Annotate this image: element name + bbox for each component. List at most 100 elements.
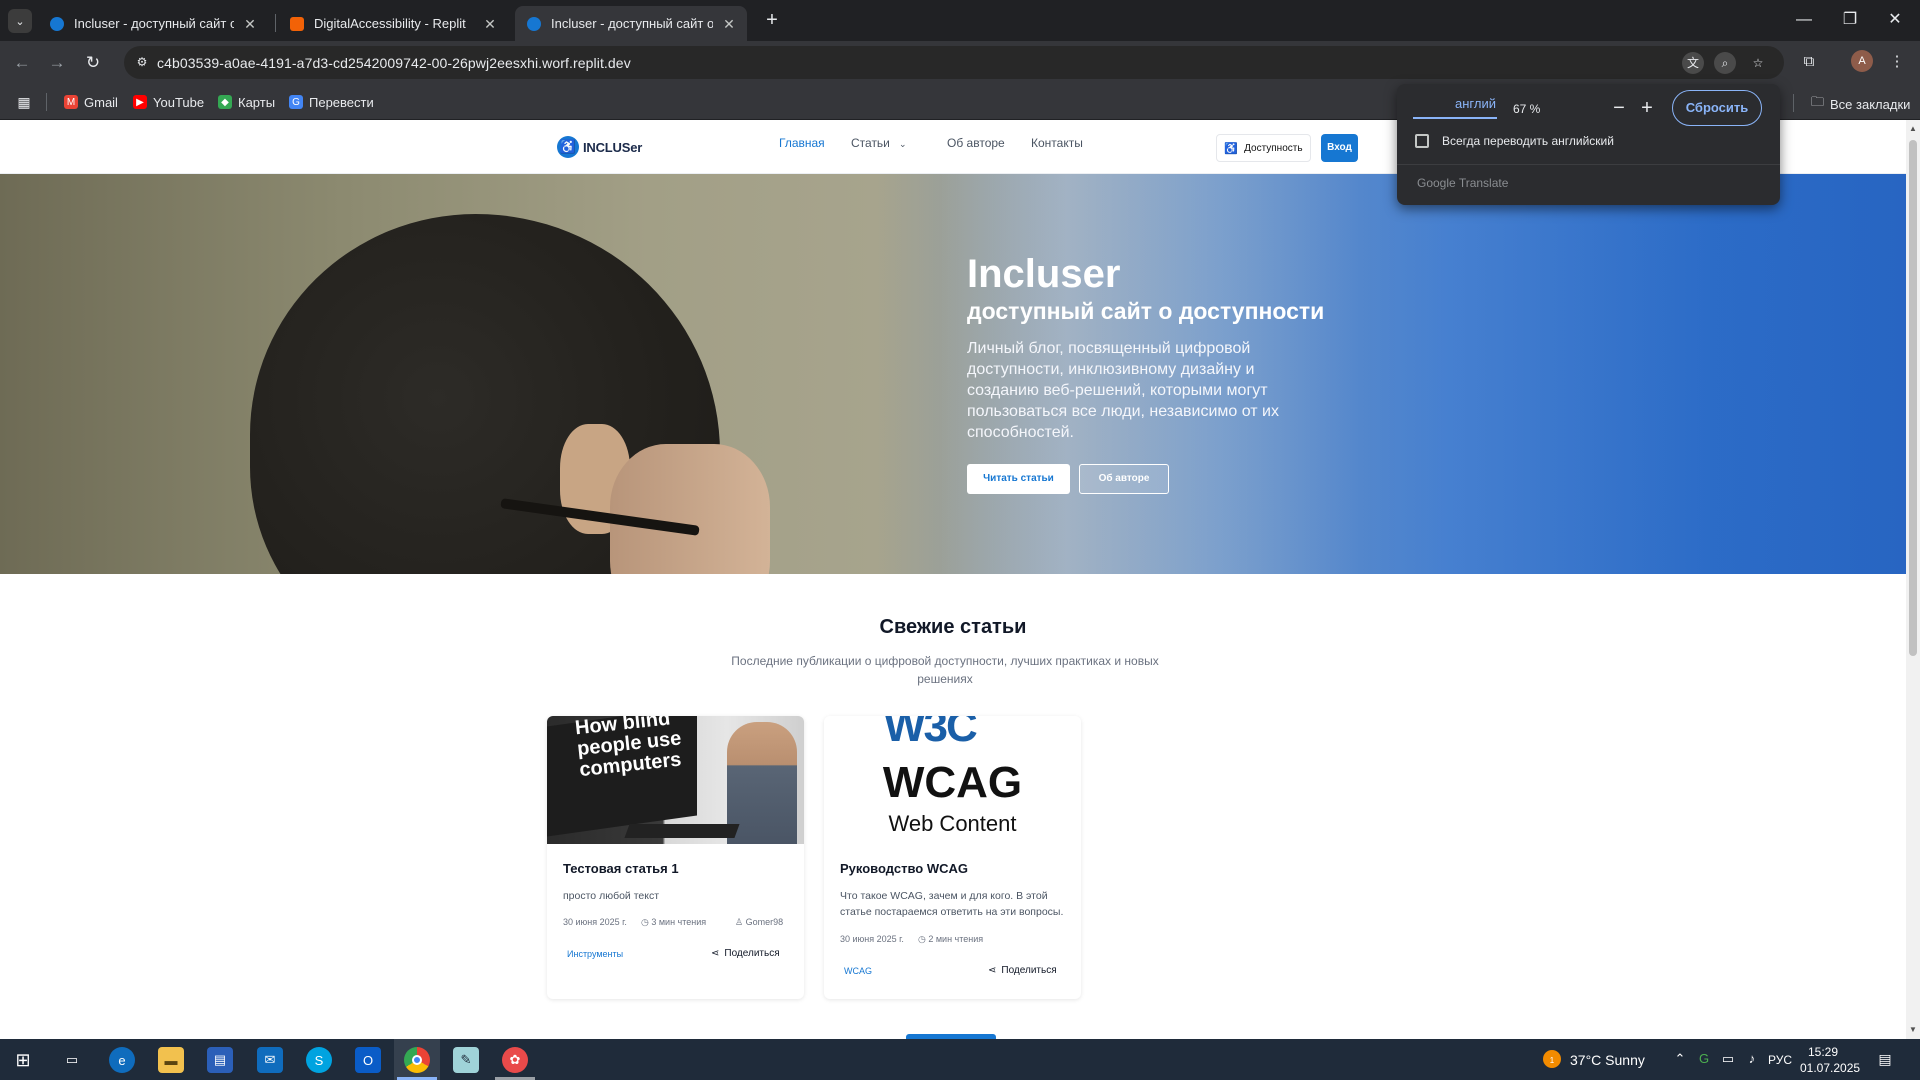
accessibility-button[interactable]: ♿ Доступность xyxy=(1216,134,1311,162)
file-explorer-icon[interactable]: ▬ xyxy=(158,1047,184,1073)
menu-icon[interactable]: ⋮ xyxy=(1885,50,1909,74)
restore-icon[interactable]: ❐ xyxy=(1835,8,1865,32)
nav-articles[interactable]: Статьи xyxy=(851,136,890,150)
page-scrollbar[interactable]: ▲ ▼ xyxy=(1906,120,1920,1039)
notepad-icon[interactable]: ✎ xyxy=(453,1047,479,1073)
article-card[interactable]: W3C WCAG Web Content Руководство WCAG Чт… xyxy=(824,716,1081,999)
profile-avatar[interactable]: A xyxy=(1851,50,1873,72)
apps-icon[interactable]: ▦ xyxy=(17,93,37,111)
bookmark-youtube[interactable]: ▶ YouTube xyxy=(133,93,204,111)
address-bar[interactable]: ⚙ c4b03539-a0ae-4191-a7d3-cd2542009742-0… xyxy=(124,46,1784,79)
edge-icon[interactable]: e xyxy=(109,1047,135,1073)
bookmark-star-icon[interactable]: ☆ xyxy=(1747,52,1769,74)
chrome-icon[interactable] xyxy=(404,1047,430,1073)
zoom-in-button[interactable]: + xyxy=(1635,96,1659,120)
bookmark-translate[interactable]: G Перевести xyxy=(289,93,374,111)
wcag-image-subtitle: Web Content xyxy=(888,811,1017,836)
paint-icon[interactable]: ✿ xyxy=(502,1047,528,1073)
youtube-icon: ▶ xyxy=(133,95,147,109)
task-view-icon[interactable]: ▭ xyxy=(59,1047,85,1073)
bookmark-gmail[interactable]: M Gmail xyxy=(64,93,118,111)
close-tab-icon[interactable]: ✕ xyxy=(482,16,498,32)
accessibility-person-icon: ♿ xyxy=(557,136,579,158)
article-read-time: ◷ 3 мин чтения xyxy=(641,917,706,928)
article-image[interactable]: How blind people use computers xyxy=(547,716,804,844)
scroll-up-icon[interactable]: ▲ xyxy=(1908,124,1918,134)
login-button[interactable]: Вход xyxy=(1321,134,1358,162)
always-translate-checkbox[interactable] xyxy=(1415,134,1429,148)
share-label: Поделиться xyxy=(724,948,780,959)
tab-incluser-active[interactable]: Incluser - доступный сайт о до ✕ xyxy=(515,6,747,41)
new-tab-button[interactable]: + xyxy=(760,9,784,33)
article-title[interactable]: Тестовая статья 1 xyxy=(563,861,679,876)
outlook-icon[interactable]: O xyxy=(355,1047,381,1073)
clock-date: 01.07.2025 xyxy=(1800,1061,1861,1075)
minimize-icon[interactable]: — xyxy=(1789,8,1819,32)
tab-replit[interactable]: DigitalAccessibility - Replit ✕ xyxy=(278,6,508,41)
share-button[interactable]: ⋖ Поделиться xyxy=(988,965,1057,976)
nav-home[interactable]: Главная xyxy=(779,136,825,150)
bookmark-maps[interactable]: ◆ Карты xyxy=(218,93,275,111)
input-language[interactable]: РУС xyxy=(1768,1053,1792,1067)
share-icon: ⋖ xyxy=(711,948,720,959)
article-description: Что такое WCAG, зачем и для кого. В этой… xyxy=(840,890,1064,918)
tray-app-icon[interactable]: G xyxy=(1695,1050,1713,1068)
outlook-mail-icon[interactable]: ✉ xyxy=(257,1047,283,1073)
close-window-icon[interactable]: ✕ xyxy=(1880,8,1910,32)
network-icon[interactable]: ▭ xyxy=(1719,1050,1737,1068)
tab-search-button[interactable]: ⌄ xyxy=(8,9,32,33)
clock[interactable]: 15:29 01.07.2025 xyxy=(1800,1044,1861,1076)
article-image[interactable]: W3C WCAG Web Content xyxy=(824,716,1081,844)
article-card[interactable]: How blind people use computers Тестовая … xyxy=(547,716,804,999)
article-title[interactable]: Руководство WCAG xyxy=(840,861,968,876)
article-description: просто любой текст xyxy=(563,890,660,902)
windows-start-icon[interactable]: ⊞ xyxy=(10,1047,36,1073)
site-logo[interactable]: ♿ INCLUSer xyxy=(557,136,642,158)
weather-icon[interactable]: 1 xyxy=(1543,1050,1561,1068)
clock-icon: ◷ xyxy=(918,934,929,944)
nav-contacts[interactable]: Контакты xyxy=(1031,136,1083,150)
zoom-controls: 67 % − + Сбросить xyxy=(1497,86,1778,134)
scroll-thumb[interactable] xyxy=(1909,140,1917,656)
google-translate-label: Google Translate xyxy=(1417,176,1509,190)
accessibility-button-label: Доступность xyxy=(1244,142,1303,154)
close-tab-icon[interactable]: ✕ xyxy=(242,16,258,32)
tab-incluser-1[interactable]: Incluser - доступный сайт о до ✕ xyxy=(38,6,268,41)
all-bookmarks[interactable]: 🗀 Все закладки xyxy=(1811,93,1910,115)
translate-icon[interactable]: 文 xyxy=(1682,52,1704,74)
zoom-out-button[interactable]: − xyxy=(1607,96,1631,120)
extensions-icon[interactable]: ⧉ xyxy=(1797,50,1821,74)
hero-subtitle: доступный сайт о доступности xyxy=(967,298,1325,324)
tab-separator xyxy=(275,14,276,32)
back-icon[interactable]: ← xyxy=(9,50,35,76)
nav-about[interactable]: Об авторе xyxy=(947,136,1005,150)
incluser-favicon-icon xyxy=(50,16,64,31)
bookmark-label: YouTube xyxy=(153,94,205,110)
weather-text[interactable]: 37°C Sunny xyxy=(1570,1052,1645,1068)
chevron-down-icon[interactable]: ⌄ xyxy=(899,139,907,150)
reload-icon[interactable]: ↻ xyxy=(80,50,106,76)
volume-icon[interactable]: ♪ xyxy=(1743,1050,1761,1068)
forward-icon[interactable]: → xyxy=(44,50,70,76)
article-tag[interactable]: Инструменты xyxy=(567,949,623,959)
zoom-icon[interactable]: ⌕ xyxy=(1714,52,1736,74)
site-info-icon[interactable]: ⚙ xyxy=(134,54,150,70)
scroll-down-icon[interactable]: ▼ xyxy=(1908,1025,1918,1035)
article-tag[interactable]: WCAG xyxy=(844,966,872,976)
tray-expand-icon[interactable]: ⌃ xyxy=(1671,1050,1689,1068)
section-subtitle: Последние публикации о цифровой доступно… xyxy=(731,654,1159,686)
weather-badge: 1 xyxy=(1549,1056,1555,1065)
always-translate-label[interactable]: Всегда переводить английский xyxy=(1442,134,1614,148)
url-text: c4b03539-a0ae-4191-a7d3-cd2542009742-00-… xyxy=(157,55,631,71)
skype-icon[interactable]: S xyxy=(306,1047,332,1073)
read-articles-button[interactable]: Читать статьи xyxy=(967,464,1070,494)
close-tab-icon[interactable]: ✕ xyxy=(721,16,737,32)
notification-center-icon[interactable]: ▤ xyxy=(1874,1048,1896,1070)
share-button[interactable]: ⋖ Поделиться xyxy=(711,948,780,959)
about-author-button[interactable]: Об авторе xyxy=(1079,464,1169,494)
bookmark-separator xyxy=(46,93,47,111)
zoom-reset-button[interactable]: Сбросить xyxy=(1672,90,1762,126)
folder-icon: 🗀 xyxy=(1811,94,1825,109)
store-icon[interactable]: ▤ xyxy=(207,1047,233,1073)
translate-language-tab[interactable]: англий xyxy=(1455,96,1496,111)
